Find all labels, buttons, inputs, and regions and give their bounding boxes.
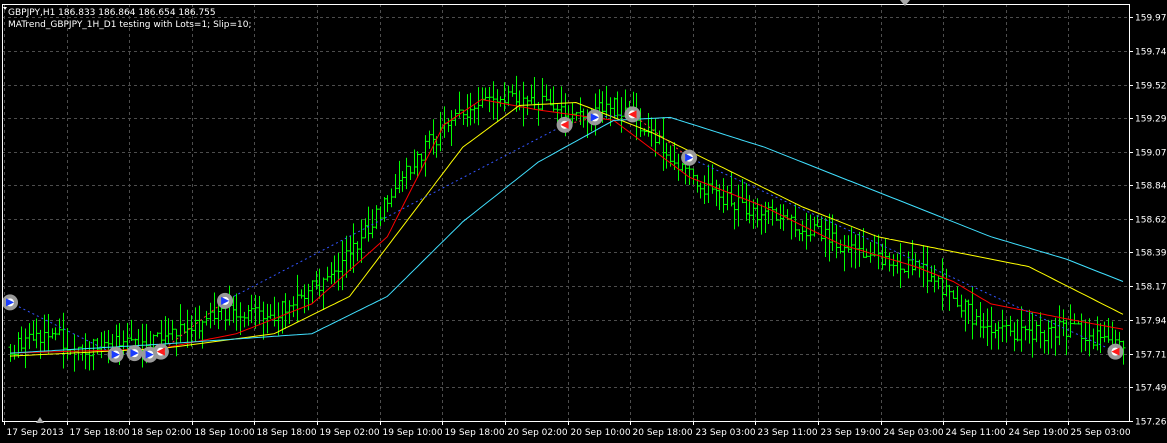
x-tick-label: 24 Sep 03:00 [884,428,944,438]
x-tick-label: 19 Sep 18:00 [445,428,505,438]
y-tick-label: 157.715 [1135,351,1167,361]
trade-marker[interactable] [108,347,124,363]
y-tick-label: 159.970 [1135,14,1167,24]
x-tick-label: 24 Sep 19:00 [1009,428,1069,438]
y-tick-label: 159.745 [1135,48,1167,58]
y-tick-label: 158.170 [1135,283,1167,293]
trade-marker[interactable] [2,294,18,310]
x-tick-label: 20 Sep 02:00 [508,428,568,438]
y-tick-label: 158.395 [1135,249,1167,259]
x-tick-label: 24 Sep 11:00 [946,428,1006,438]
y-tick-label: 157.945 [1135,317,1167,327]
chart-window[interactable]: 159.970 159.745 159.520 159.295 159.070 158.8… [0,0,1167,439]
trade-marker[interactable] [127,345,143,361]
price-chart[interactable]: 159.970 159.745 159.520 159.295 159.070 158.8… [0,0,1167,439]
x-tick-label: 23 Sep 19:00 [821,428,881,438]
y-tick-label: 159.295 [1135,115,1167,125]
x-tick-label: 20 Sep 18:00 [633,428,693,438]
x-tick-label: 19 Sep 10:00 [383,428,443,438]
x-tick-label: 17 Sep 2013 [7,428,64,438]
x-tick-label: 17 Sep 18:00 [70,428,130,438]
y-tick-label: 157.265 [1135,418,1167,428]
trade-marker[interactable] [587,109,603,125]
trade-marker[interactable] [681,150,697,166]
trade-marker[interactable] [625,106,641,122]
trade-marker[interactable] [557,117,573,133]
x-tick-label: 23 Sep 11:00 [758,428,818,438]
x-tick-label: 19 Sep 02:00 [320,428,380,438]
y-tick-label: 158.845 [1135,182,1167,192]
x-tick-label: 20 Sep 10:00 [571,428,631,438]
x-tick-label: 23 Sep 03:00 [696,428,756,438]
chart-background [0,0,1167,439]
x-tick-label: 18 Sep 10:00 [195,428,255,438]
trade-marker[interactable] [217,293,233,309]
symbol-header: GBPJPY,H1 186.833 186.864 186.654 186.75… [8,8,216,18]
trade-marker[interactable] [1107,344,1123,360]
x-tick-label: 18 Sep 18:00 [257,428,317,438]
x-tick-label: 25 Sep 03:00 [1071,428,1131,438]
y-tick-label: 157.490 [1135,384,1167,394]
y-tick-label: 159.520 [1135,82,1167,92]
y-tick-label: 159.070 [1135,149,1167,159]
ea-header: MATrend_GBPJPY_1H_D1 testing with Lots=1… [8,20,252,30]
x-tick-label: 18 Sep 02:00 [132,428,192,438]
y-tick-label: 158.620 [1135,216,1167,226]
trade-marker[interactable] [153,344,169,360]
